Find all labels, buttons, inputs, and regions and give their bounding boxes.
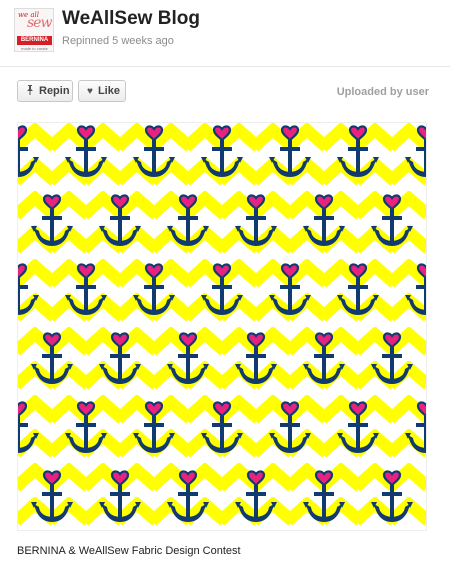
repin-timestamp: Repinned 5 weeks ago — [62, 35, 174, 47]
header-divider — [0, 66, 450, 67]
pushpin-icon — [26, 84, 34, 98]
board-avatar[interactable]: we all sew BERNINA made to create — [14, 8, 54, 52]
pin-image[interactable] — [17, 122, 427, 531]
heart-icon: ♥ — [87, 85, 93, 97]
repin-button[interactable]: Repin — [17, 80, 73, 102]
uploaded-by-user: Uploaded by user — [336, 86, 429, 98]
pin-header: we all sew BERNINA made to create WeAllS… — [0, 0, 450, 62]
board-title-link[interactable]: WeAllSew Blog — [62, 8, 200, 30]
like-label: Like — [97, 85, 120, 97]
pin-caption: BERNINA & WeAllSew Fabric Design Contest — [17, 545, 241, 557]
avatar-tagline: made to create — [21, 46, 48, 51]
like-button[interactable]: ♥ Like — [78, 80, 126, 102]
avatar-brand: BERNINA — [17, 36, 52, 45]
anchor-chevron-pattern — [18, 123, 426, 530]
avatar-text-big: sew — [27, 15, 52, 31]
repin-label: Repin — [39, 85, 70, 97]
